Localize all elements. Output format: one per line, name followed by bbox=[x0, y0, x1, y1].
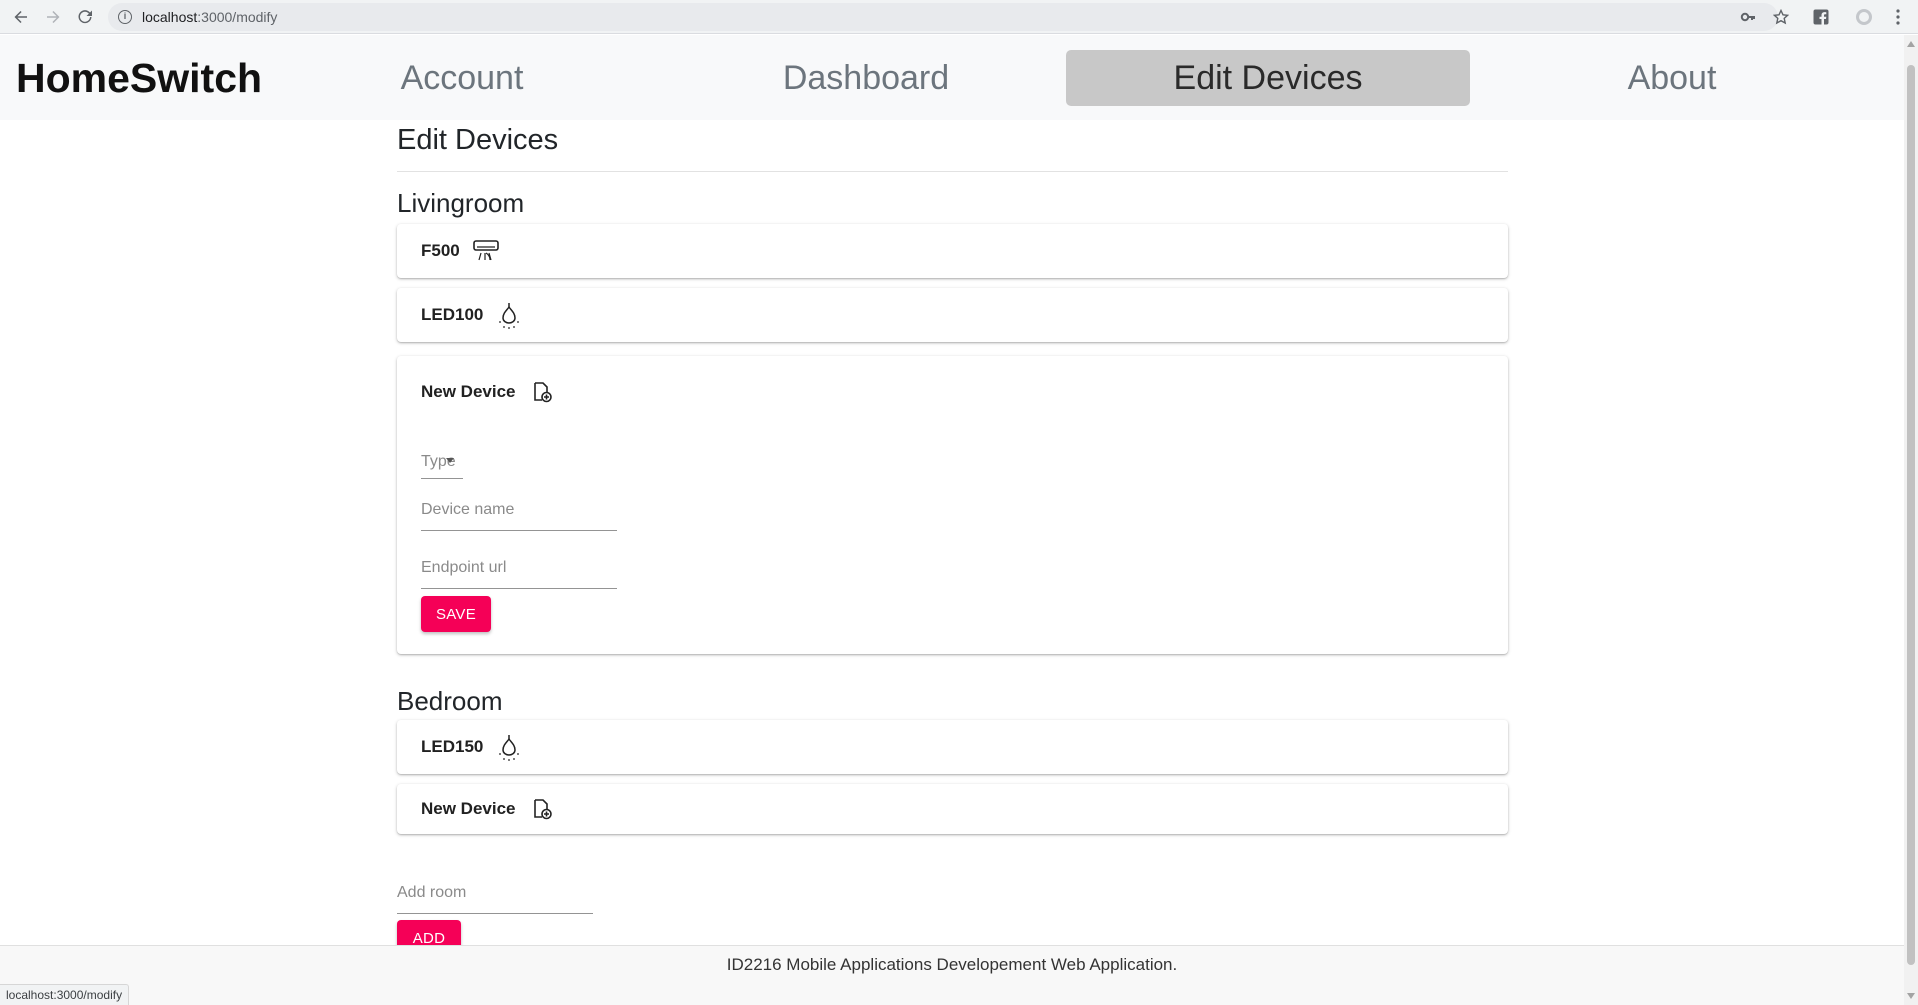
room-title-livingroom: Livingroom bbox=[397, 188, 525, 218]
add-device-icon[interactable] bbox=[528, 378, 556, 406]
endpoint-url-field[interactable]: Endpoint url bbox=[421, 559, 617, 589]
air-conditioner-icon bbox=[472, 237, 500, 265]
forward-arrow-icon[interactable] bbox=[42, 6, 64, 28]
profile-avatar-icon[interactable] bbox=[1854, 7, 1874, 27]
footer-text: ID2216 Mobile Applications Developement … bbox=[726, 955, 1178, 974]
brand-logo-text[interactable]: HomeSwitch bbox=[16, 55, 262, 102]
lightbulb-icon bbox=[495, 301, 523, 329]
device-card-led150[interactable]: LED150 bbox=[397, 720, 1508, 774]
device-name: F500 bbox=[421, 241, 460, 260]
address-bar[interactable]: i localhost:3000/modify bbox=[108, 3, 1778, 31]
site-info-icon[interactable]: i bbox=[118, 10, 132, 24]
device-name: LED100 bbox=[421, 305, 484, 324]
add-device-icon[interactable] bbox=[528, 795, 556, 823]
scroll-down-arrow-icon[interactable] bbox=[1907, 993, 1915, 999]
endpoint-url-placeholder: Endpoint url bbox=[421, 559, 507, 576]
bookmark-star-icon[interactable] bbox=[1771, 7, 1791, 27]
new-device-label: New Device bbox=[421, 382, 516, 401]
page-scrollbar[interactable] bbox=[1904, 35, 1918, 1005]
app-navbar: HomeSwitch Account Dashboard Edit Device… bbox=[0, 35, 1904, 120]
browser-toolbar: i localhost:3000/modify bbox=[0, 0, 1918, 34]
device-name: LED150 bbox=[421, 737, 484, 756]
device-name-field[interactable]: Device name bbox=[421, 501, 617, 531]
device-type-select[interactable]: Type bbox=[421, 453, 463, 479]
device-card-f500[interactable]: F500 bbox=[397, 224, 1508, 278]
add-room-placeholder: Add room bbox=[397, 884, 467, 901]
browser-menu-icon[interactable] bbox=[1888, 7, 1908, 27]
scroll-up-arrow-icon[interactable] bbox=[1907, 41, 1915, 47]
page-footer: ID2216 Mobile Applications Developement … bbox=[0, 945, 1904, 1005]
nav-edit-devices[interactable]: Edit Devices bbox=[1066, 50, 1470, 106]
device-name-placeholder: Device name bbox=[421, 501, 515, 518]
nav-about[interactable]: About bbox=[1470, 50, 1874, 106]
room-title-bedroom: Bedroom bbox=[397, 686, 503, 716]
add-room-field[interactable]: Add room bbox=[397, 884, 593, 914]
save-button[interactable]: SAVE bbox=[421, 596, 491, 632]
browser-status-url: localhost:3000/modify bbox=[0, 984, 130, 1005]
lightbulb-icon bbox=[495, 733, 523, 761]
new-device-card-bedroom[interactable]: New Device bbox=[397, 784, 1508, 834]
scrollbar-thumb[interactable] bbox=[1907, 65, 1915, 965]
key-icon[interactable] bbox=[1738, 7, 1758, 27]
facebook-extension-icon[interactable] bbox=[1811, 7, 1831, 27]
new-device-label: New Device bbox=[421, 799, 516, 818]
nav-account[interactable]: Account bbox=[260, 50, 664, 106]
device-card-led100[interactable]: LED100 bbox=[397, 288, 1508, 342]
back-arrow-icon[interactable] bbox=[10, 6, 32, 28]
new-device-form-card: New Device Type Device name Endpoint url bbox=[397, 356, 1508, 654]
dropdown-arrow-icon bbox=[446, 458, 454, 463]
nav-dashboard[interactable]: Dashboard bbox=[664, 50, 1068, 106]
page-title: Edit Devices bbox=[397, 124, 559, 156]
reload-icon[interactable] bbox=[74, 6, 96, 28]
url-text: localhost:3000/modify bbox=[142, 9, 278, 25]
title-divider bbox=[397, 171, 1508, 172]
